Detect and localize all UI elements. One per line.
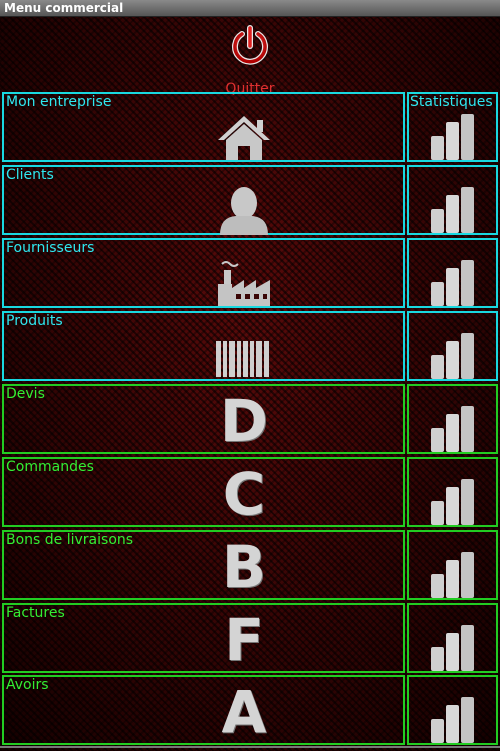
row-produits: Produits [2,311,498,381]
stats-button-devis[interactable] [407,384,498,454]
stats-button-mon-entreprise[interactable]: Statistiques [407,92,498,162]
row-fournisseurs: Fournisseurs [2,238,498,308]
window-title: Menu commercial [4,1,124,15]
row-label: Clients [6,167,54,183]
bar-chart-icon [431,187,474,233]
mon-entreprise-button[interactable]: Mon entreprise [2,92,405,162]
bar-chart-icon [431,333,474,379]
row-clients: Clients [2,165,498,235]
row-label: Produits [6,313,63,329]
row-label: Avoirs [6,677,49,693]
stats-button-clients[interactable] [407,165,498,235]
stats-header: Statistiques [410,94,493,110]
fournisseurs-button[interactable]: Fournisseurs [2,238,405,308]
row-label: Fournisseurs [6,240,95,256]
row-bons-de-livraisons: Bons de livraisons B [2,530,498,600]
bottom-divider [0,746,500,748]
factory-icon [218,261,270,306]
row-avoirs: Avoirs A [2,675,498,745]
letter-b-icon: B [221,533,267,601]
bar-chart-icon [431,552,474,598]
row-label: Commandes [6,459,94,475]
row-label: Mon entreprise [6,94,112,110]
power-icon [232,25,268,65]
row-factures: Factures F [2,603,498,673]
letter-c-icon: C [222,460,266,528]
clients-button[interactable]: Clients [2,165,405,235]
person-icon [220,187,268,235]
row-mon-entreprise: Mon entreprise Statistiques [2,92,498,162]
title-bar: Menu commercial [0,0,500,17]
bar-chart-icon [431,625,474,671]
row-commandes: Commandes C [2,457,498,527]
stats-button-bons-de-livraisons[interactable] [407,530,498,600]
letter-a-icon: A [221,678,267,746]
commandes-button[interactable]: Commandes C [2,457,405,527]
factures-button[interactable]: Factures F [2,603,405,673]
letter-f-icon: F [224,606,264,674]
stats-button-factures[interactable] [407,603,498,673]
devis-button[interactable]: Devis D [2,384,405,454]
bar-chart-icon [431,406,474,452]
row-label: Bons de livraisons [6,532,134,548]
bar-chart-icon [431,697,474,743]
stats-button-fournisseurs[interactable] [407,238,498,308]
bar-chart-icon [431,114,474,160]
produits-button[interactable]: Produits [2,311,405,381]
row-label: Factures [6,605,65,621]
bar-chart-icon [431,479,474,525]
main-screen: Quitter Mon entreprise Statistiques Clie… [0,17,500,751]
stats-button-produits[interactable] [407,311,498,381]
bar-chart-icon [431,260,474,306]
quit-button[interactable]: Quitter [210,25,290,97]
barcode-icon [216,341,269,377]
bons-de-livraisons-button[interactable]: Bons de livraisons B [2,530,405,600]
avoirs-button[interactable]: Avoirs A [2,675,405,745]
row-label: Devis [6,386,45,402]
house-icon [218,116,270,160]
row-devis: Devis D [2,384,498,454]
stats-button-commandes[interactable] [407,457,498,527]
letter-d-icon: D [219,387,269,455]
stats-button-avoirs[interactable] [407,675,498,745]
